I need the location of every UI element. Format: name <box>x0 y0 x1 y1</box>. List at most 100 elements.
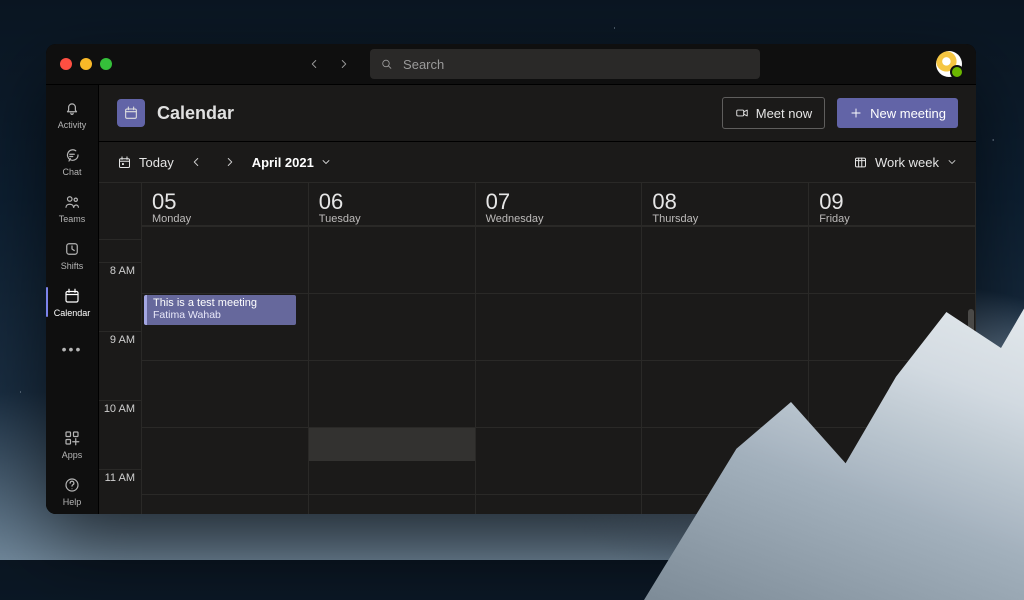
time-slot[interactable] <box>309 294 475 361</box>
day-name: Thursday <box>652 213 798 225</box>
zoom-window-button[interactable] <box>100 58 112 70</box>
time-slot[interactable] <box>642 495 808 514</box>
day-name: Friday <box>819 213 965 225</box>
time-slot[interactable] <box>309 227 475 294</box>
today-button[interactable]: Today <box>117 155 174 170</box>
week-view-icon <box>853 155 868 170</box>
chat-icon <box>63 146 81 164</box>
rail-item-calendar[interactable]: Calendar <box>46 279 98 325</box>
rail-label: Calendar <box>54 308 91 318</box>
back-button[interactable] <box>304 54 324 74</box>
time-slot[interactable] <box>476 495 642 514</box>
highlighted-slot[interactable] <box>309 428 475 461</box>
search-input[interactable] <box>401 56 750 73</box>
rail-item-shifts[interactable]: Shifts <box>46 232 98 278</box>
ellipsis-icon: ••• <box>62 341 83 357</box>
chevron-right-icon <box>337 57 351 71</box>
month-selector[interactable]: April 2021 <box>252 155 332 170</box>
forward-button[interactable] <box>334 54 354 74</box>
day-header: 05 Monday <box>142 183 308 226</box>
calendar-main: Calendar Meet now New meeting Today <box>99 85 976 514</box>
shifts-icon <box>63 240 81 258</box>
day-column-monday[interactable]: 05 Monday This is a test meeting Fatima … <box>142 183 309 514</box>
day-header: 09 Friday <box>809 183 975 226</box>
scrollbar-thumb[interactable] <box>968 309 974 369</box>
time-slot[interactable] <box>809 294 975 361</box>
app-window: Activity Chat Teams Shifts Calendar ••• <box>46 44 976 514</box>
page-header: Calendar Meet now New meeting <box>99 85 976 142</box>
search-icon <box>380 57 393 71</box>
time-slot[interactable] <box>476 294 642 361</box>
apps-icon <box>63 429 81 447</box>
calendar-icon <box>63 287 81 305</box>
day-number: 06 <box>319 189 465 215</box>
view-label: Work week <box>875 155 939 170</box>
page-title: Calendar <box>157 103 234 124</box>
time-slot[interactable] <box>642 428 808 495</box>
meet-now-label: Meet now <box>756 106 812 121</box>
day-column-thursday[interactable]: 08 Thursday <box>642 183 809 514</box>
profile-avatar[interactable] <box>936 51 962 77</box>
time-slot[interactable] <box>642 361 808 428</box>
window-controls <box>60 58 112 70</box>
rail-item-chat[interactable]: Chat <box>46 138 98 184</box>
chevron-down-icon <box>946 156 958 168</box>
time-slot[interactable] <box>142 428 308 495</box>
chevron-left-icon <box>189 155 203 169</box>
minimize-window-button[interactable] <box>80 58 92 70</box>
time-slot[interactable] <box>309 361 475 428</box>
day-number: 08 <box>652 189 798 215</box>
titlebar <box>46 44 976 85</box>
rail-item-apps[interactable]: Apps <box>46 421 98 467</box>
meet-now-button[interactable]: Meet now <box>722 97 825 129</box>
rail-label: Activity <box>58 120 87 130</box>
new-meeting-button[interactable]: New meeting <box>837 98 958 128</box>
new-meeting-label: New meeting <box>870 106 946 121</box>
rail-label: Shifts <box>61 261 84 271</box>
time-slot[interactable] <box>809 495 975 514</box>
prev-period-button[interactable] <box>184 150 208 174</box>
time-slot[interactable] <box>476 361 642 428</box>
day-column-friday[interactable]: 09 Friday <box>809 183 976 514</box>
search-box[interactable] <box>370 49 760 79</box>
calendar-event[interactable]: This is a test meeting Fatima Wahab <box>144 295 296 325</box>
view-selector[interactable]: Work week <box>853 155 958 170</box>
time-slot[interactable] <box>642 227 808 294</box>
bell-icon <box>63 99 81 117</box>
time-slot[interactable] <box>476 428 642 495</box>
calendar-scrollbar[interactable] <box>968 239 974 514</box>
day-column-tuesday[interactable]: 06 Tuesday <box>309 183 476 514</box>
rail-label: Chat <box>62 167 81 177</box>
day-header: 08 Thursday <box>642 183 808 226</box>
time-slot[interactable] <box>142 227 308 294</box>
day-name: Tuesday <box>319 213 465 225</box>
time-slot[interactable] <box>809 361 975 428</box>
rail-item-activity[interactable]: Activity <box>46 91 98 137</box>
time-slot[interactable] <box>142 361 308 428</box>
history-nav <box>304 54 354 74</box>
day-number: 05 <box>152 189 298 215</box>
time-slot[interactable] <box>642 294 808 361</box>
event-title: This is a test meeting <box>153 297 290 309</box>
calendar-today-icon <box>117 155 132 170</box>
app-rail: Activity Chat Teams Shifts Calendar ••• <box>46 85 99 514</box>
today-label: Today <box>139 155 174 170</box>
day-header: 07 Wednesday <box>476 183 642 226</box>
day-column-wednesday[interactable]: 07 Wednesday <box>476 183 643 514</box>
time-slot[interactable]: This is a test meeting Fatima Wahab <box>142 294 308 361</box>
day-number: 09 <box>819 189 965 215</box>
time-slot[interactable] <box>809 428 975 495</box>
month-label: April 2021 <box>252 155 314 170</box>
rail-item-help[interactable]: Help <box>46 468 98 514</box>
close-window-button[interactable] <box>60 58 72 70</box>
time-slot[interactable] <box>809 227 975 294</box>
rail-item-teams[interactable]: Teams <box>46 185 98 231</box>
time-slot[interactable] <box>476 227 642 294</box>
time-slot[interactable] <box>309 495 475 514</box>
rail-more[interactable]: ••• <box>46 326 98 372</box>
day-columns: 05 Monday This is a test meeting Fatima … <box>142 183 976 514</box>
calendar-grid: 8 AM 9 AM 10 AM 11 AM 12 PM 05 Monday <box>99 183 976 514</box>
time-slot[interactable] <box>309 428 475 495</box>
time-slot[interactable] <box>142 495 308 514</box>
next-period-button[interactable] <box>218 150 242 174</box>
